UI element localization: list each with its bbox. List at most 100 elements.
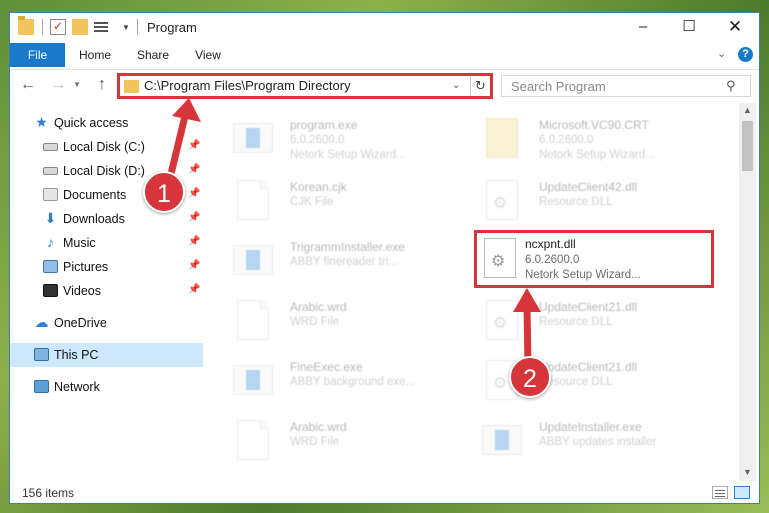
- scroll-up-icon[interactable]: ▲: [743, 105, 752, 115]
- scroll-down-icon[interactable]: ▼: [743, 467, 752, 477]
- close-button[interactable]: ✕: [712, 13, 758, 43]
- properties-icon[interactable]: [50, 19, 66, 35]
- sidebar-item-label: Local Disk (D:): [63, 164, 145, 178]
- sidebar-item-label: Local Disk (C:): [63, 140, 145, 154]
- sidebar-item-pictures[interactable]: Pictures 📌: [10, 255, 203, 279]
- download-icon: ⬇: [44, 210, 57, 226]
- sidebar-item-local-disk-c[interactable]: Local Disk (C:) 📌: [10, 135, 203, 159]
- navigation-bar: ← → ▼ ↑ C:\Program Files\Program Directo…: [10, 69, 759, 101]
- sidebar-item-label: Pictures: [63, 260, 109, 274]
- pin-icon[interactable]: 📌: [188, 212, 200, 223]
- file-name: UpdateClient21.dll: [539, 360, 638, 374]
- sidebar-item-network[interactable]: Network: [10, 375, 203, 399]
- status-bar: 156 items: [10, 483, 759, 503]
- back-arrow-icon[interactable]: ←: [18, 75, 38, 95]
- folder-icon: [124, 80, 139, 93]
- view-options-icon[interactable]: [92, 19, 110, 35]
- tab-file[interactable]: File: [10, 43, 65, 67]
- file-name: Korean.cjk: [290, 180, 347, 194]
- pictures-icon: [43, 260, 58, 273]
- details-view-icon[interactable]: [712, 486, 728, 499]
- documents-icon: [43, 188, 58, 201]
- file-list: program.exe 6.0.2600.0 Netork Setup Wiza…: [209, 103, 739, 481]
- file-name: Arabic.wrd: [290, 420, 347, 434]
- search-placeholder: Search Program: [511, 79, 606, 94]
- exe-icon: [233, 245, 273, 275]
- file-item[interactable]: Microsoft.VC90.CRT 6.0.2600.0 Netork Set…: [464, 111, 704, 169]
- address-bar[interactable]: C:\Program Files\Program Directory ⌄ ↻: [117, 73, 493, 99]
- file-item[interactable]: UpdateClient21.dll Resource DLL: [464, 293, 704, 351]
- sidebar-item-label: Videos: [63, 284, 101, 298]
- file-item-ncxpnt-dll[interactable]: ncxpnt.dll 6.0.2600.0 Netork Setup Wizar…: [474, 230, 714, 288]
- pin-icon[interactable]: 📌: [188, 140, 200, 151]
- scrollbar-thumb[interactable]: [742, 121, 753, 171]
- chevron-down-icon[interactable]: ⌄: [452, 80, 460, 91]
- maximize-button[interactable]: ☐: [666, 13, 712, 43]
- file-item[interactable]: FineExec.exe ABBY background exe...: [215, 353, 455, 411]
- sidebar-item-this-pc[interactable]: This PC: [10, 343, 203, 367]
- forward-arrow-icon[interactable]: →: [48, 75, 68, 95]
- file-description: Netork Setup Wizard...: [525, 269, 641, 281]
- sidebar-item-music[interactable]: ♪ Music 📌: [10, 231, 203, 255]
- pin-icon[interactable]: 📌: [188, 284, 200, 295]
- exe-icon: [482, 425, 522, 455]
- file-type: ABBY finereader tri...: [290, 256, 398, 268]
- sidebar-item-onedrive[interactable]: ☁ OneDrive: [10, 311, 203, 335]
- sidebar-item-downloads[interactable]: ⬇ Downloads 📌: [10, 207, 203, 231]
- file-name: Microsoft.VC90.CRT: [539, 118, 649, 132]
- customize-toolbar-icon[interactable]: ▼: [122, 23, 130, 32]
- file-item[interactable]: Arabic.wrd WRD File: [215, 293, 455, 351]
- file-item[interactable]: UpdateClient21.dll Resource DLL: [464, 353, 704, 411]
- sidebar-item-videos[interactable]: Videos 📌: [10, 279, 203, 303]
- separator: [137, 19, 138, 35]
- window-title: Program: [147, 20, 197, 35]
- folder-icon: [486, 118, 518, 158]
- file-item[interactable]: UpdateClient42.dll Resource DLL: [464, 173, 704, 231]
- file-item[interactable]: UpdateInstaller.exe ABBY updates install…: [464, 413, 704, 471]
- refresh-icon[interactable]: ↻: [470, 76, 490, 96]
- file-version: 6.0.2600.0: [290, 134, 345, 146]
- file-description: Netork Setup Wizard...: [539, 149, 655, 161]
- file-item[interactable]: TrigrammInstaller.exe ABBY finereader tr…: [215, 233, 455, 291]
- new-folder-icon[interactable]: [72, 19, 88, 35]
- pin-icon[interactable]: 📌: [188, 188, 200, 199]
- music-icon: ♪: [47, 234, 54, 250]
- up-arrow-icon[interactable]: ↑: [92, 75, 112, 95]
- tab-share[interactable]: Share: [126, 43, 180, 67]
- drive-icon: [43, 143, 58, 151]
- step-2-badge: 2: [509, 356, 551, 398]
- drive-icon: [43, 167, 58, 175]
- document-icon: [237, 180, 269, 220]
- cloud-icon: ☁: [34, 314, 49, 330]
- file-item[interactable]: Korean.cjk CJK File: [215, 173, 455, 231]
- tab-home[interactable]: Home: [68, 43, 122, 67]
- item-count: 156 items: [22, 486, 75, 500]
- file-name: Arabic.wrd: [290, 300, 347, 314]
- tiles-view-icon[interactable]: [734, 486, 750, 499]
- separator: [42, 19, 43, 35]
- sidebar-item-quick-access[interactable]: ★ Quick access: [10, 111, 203, 135]
- file-type: WRD File: [290, 316, 340, 328]
- pin-icon[interactable]: 📌: [188, 236, 200, 247]
- search-icon[interactable]: ⚲: [726, 78, 736, 94]
- search-input[interactable]: Search Program ⚲: [501, 75, 751, 97]
- file-type: WRD File: [290, 436, 340, 448]
- video-icon: [43, 284, 58, 297]
- folder-icon: [18, 16, 34, 35]
- pin-icon[interactable]: 📌: [188, 260, 200, 271]
- tab-view[interactable]: View: [183, 43, 233, 67]
- file-item[interactable]: program.exe 6.0.2600.0 Netork Setup Wiza…: [215, 111, 455, 169]
- pin-icon[interactable]: 📌: [188, 164, 200, 175]
- vertical-scrollbar[interactable]: ▲ ▼: [739, 103, 756, 481]
- file-description: Netork Setup Wizard...: [290, 149, 406, 161]
- minimize-button[interactable]: –: [620, 13, 666, 43]
- file-item[interactable]: Arabic.wrd WRD File: [215, 413, 455, 471]
- recent-locations-icon[interactable]: ▼: [70, 75, 84, 95]
- expand-ribbon-icon[interactable]: ⌄: [717, 47, 726, 60]
- help-icon[interactable]: ?: [738, 47, 753, 62]
- file-type: ABBY background exe...: [290, 376, 416, 388]
- file-type: Resource DLL: [539, 316, 613, 328]
- address-path[interactable]: C:\Program Files\Program Directory: [144, 78, 351, 93]
- file-name: TrigrammInstaller.exe: [290, 240, 405, 254]
- dll-icon: [486, 180, 518, 220]
